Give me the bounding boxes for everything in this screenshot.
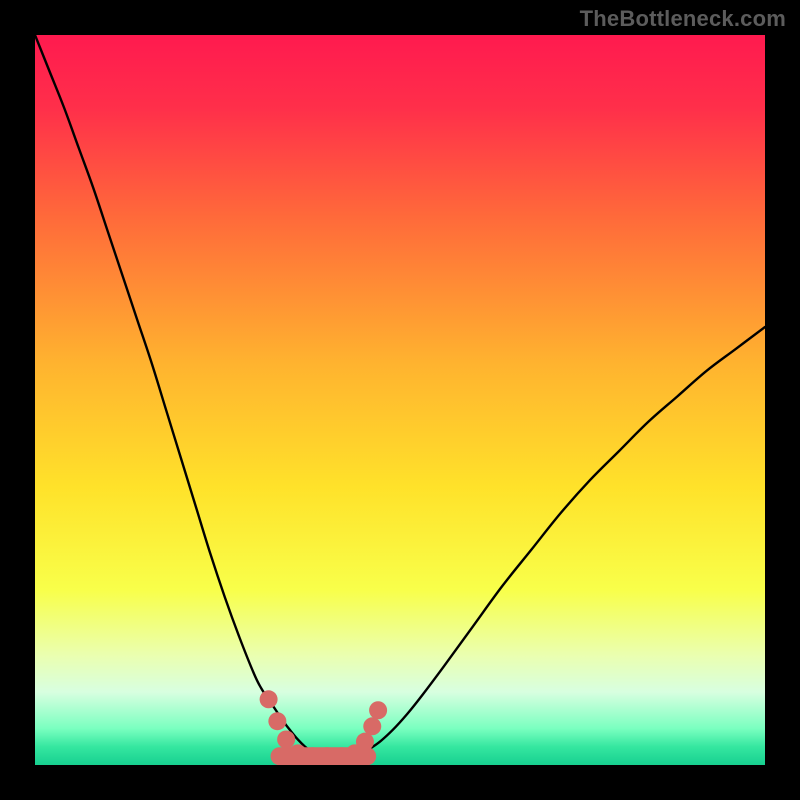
chart-svg [35,35,765,765]
watermark-text: TheBottleneck.com [580,6,786,32]
gradient-background [35,35,765,765]
valley-dots-2 [277,730,295,748]
valley-dots-1 [268,712,286,730]
valley-dots-10 [369,701,387,719]
outer-frame: TheBottleneck.com [0,0,800,800]
plot-area [35,35,765,765]
valley-dots-0 [260,690,278,708]
valley-dots-9 [363,717,381,735]
valley-dots-8 [356,733,374,751]
